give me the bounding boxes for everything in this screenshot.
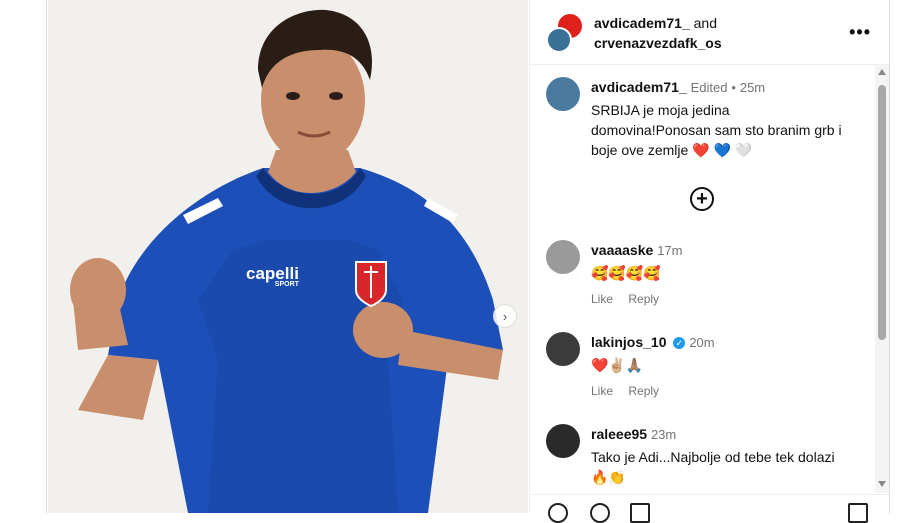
player-illustration <box>48 0 528 513</box>
post-action-bar <box>530 494 889 523</box>
comment-username[interactable]: raleee95 <box>591 426 647 442</box>
comment-username[interactable]: vaaaaske <box>591 242 653 258</box>
post-header: avdicadem71_ and crvenazvezdafk_os ••• <box>530 0 889 65</box>
edited-label: Edited <box>690 80 728 95</box>
author-username-1[interactable]: avdicadem71_ <box>594 15 690 31</box>
avatar[interactable] <box>546 332 580 366</box>
collab-avatars[interactable] <box>546 14 586 54</box>
comment-icon[interactable] <box>590 503 610 523</box>
heart-icon[interactable] <box>548 503 568 523</box>
caption-username[interactable]: avdicadem71_ <box>591 79 687 95</box>
caption-emojis: ❤️ 💙 🤍 <box>692 142 753 158</box>
avatar <box>546 27 572 53</box>
scroll-up-icon[interactable] <box>878 69 886 75</box>
caption-time: 25m <box>739 80 766 95</box>
jersey-brand-text: capelli SPORT <box>246 264 299 288</box>
avatar[interactable] <box>546 424 580 458</box>
comment-time: 17m <box>657 243 683 258</box>
post-photo[interactable]: capelli SPORT <box>48 0 528 513</box>
like-button[interactable]: Like <box>591 292 613 306</box>
comment-time: 23m <box>650 427 677 442</box>
like-button[interactable]: Like <box>591 384 613 398</box>
post-authors: avdicadem71_ and crvenazvezdafk_os <box>594 13 722 53</box>
verified-badge-icon: ✓ <box>673 337 686 350</box>
comment-text: Tako je Adi...Najbolje od tebe tek dolaz… <box>591 449 835 485</box>
comment-text: 🥰🥰🥰🥰 <box>591 265 661 281</box>
next-photo-button[interactable]: › <box>493 304 517 328</box>
comment-username[interactable]: lakinjos_10 <box>591 334 667 350</box>
chevron-right-icon: › <box>502 308 508 324</box>
and-text: and <box>693 15 717 31</box>
post-side-panel: avdicadem71_ and crvenazvezdafk_os ••• a… <box>529 0 889 523</box>
meta-dot: • <box>731 80 736 95</box>
avatar[interactable] <box>546 240 580 274</box>
reply-button[interactable]: Reply <box>628 384 659 398</box>
more-horizontal-icon[interactable]: ••• <box>849 22 871 43</box>
plus-circle-icon[interactable]: + <box>690 187 714 211</box>
comments-list[interactable]: avdicadem71_ Edited • 25m SRBIJA je moja… <box>530 65 875 493</box>
bookmark-icon[interactable] <box>848 503 868 523</box>
avatar[interactable] <box>546 77 580 111</box>
comment-text: ❤️✌🏼🙏🏽 <box>591 357 644 373</box>
scroll-down-icon[interactable] <box>878 481 886 487</box>
scrollbar-thumb[interactable] <box>878 85 886 340</box>
share-icon[interactable] <box>630 503 650 523</box>
comment-time: 20m <box>689 335 715 350</box>
author-username-2[interactable]: crvenazvezdafk_os <box>594 33 722 53</box>
comments-scrollbar[interactable] <box>875 65 889 493</box>
reply-button[interactable]: Reply <box>628 292 659 306</box>
